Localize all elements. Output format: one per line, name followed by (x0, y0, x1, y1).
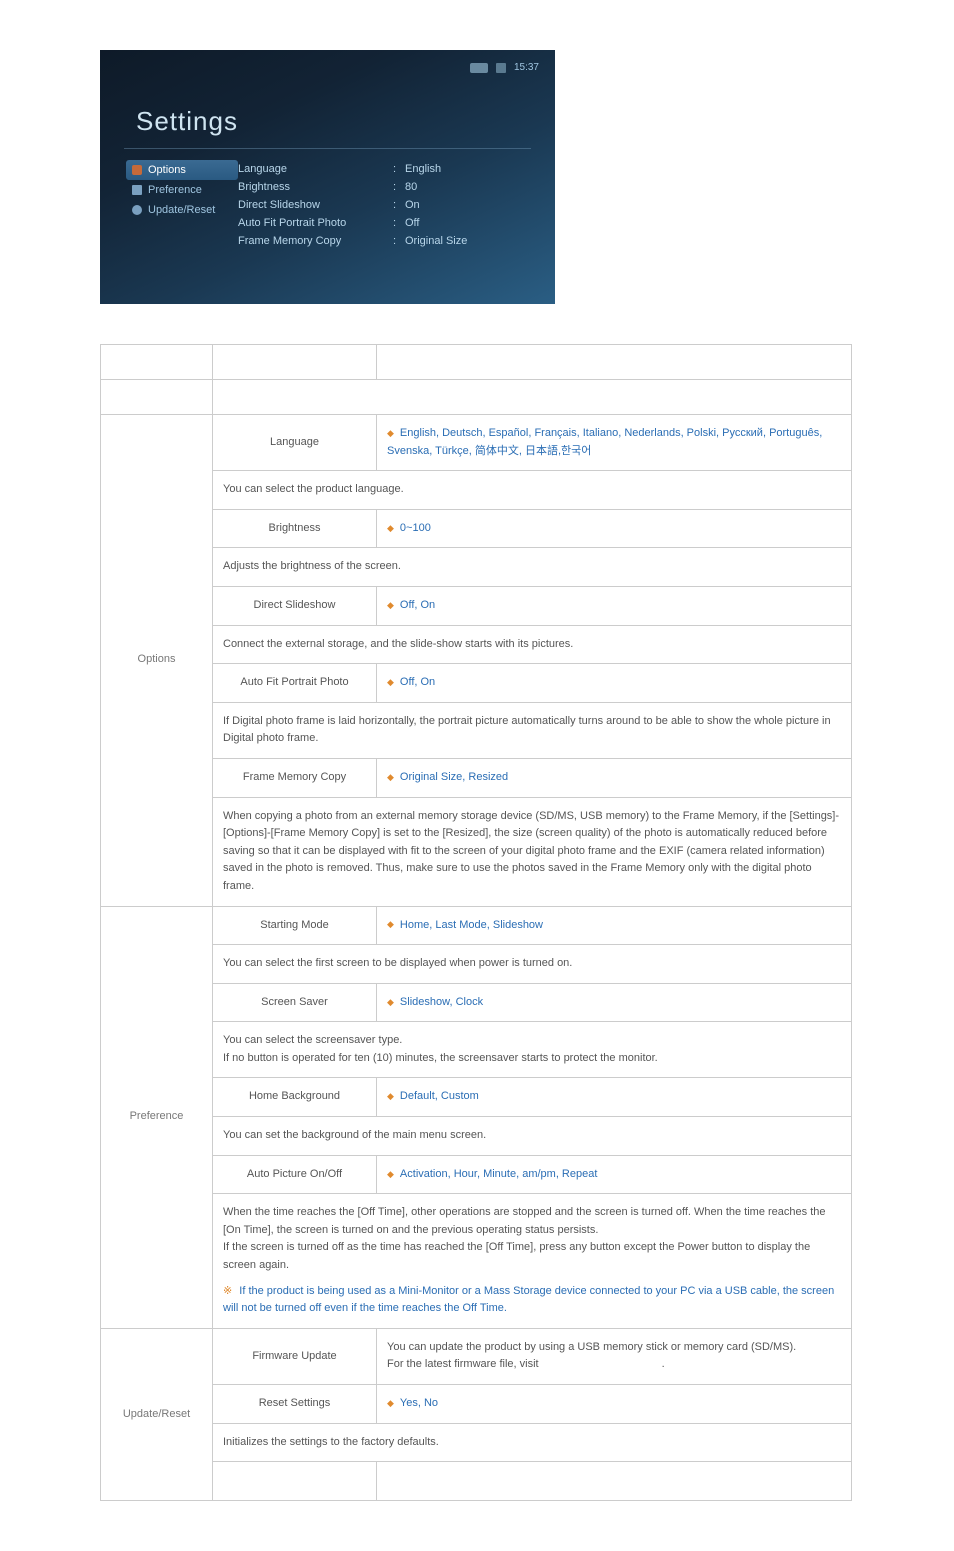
value-screen-saver: ◆ Slideshow, Clock (377, 983, 852, 1022)
diamond-icon: ◆ (387, 675, 394, 689)
device-option-row: Brightness : 80 (238, 178, 529, 196)
text: 0~100 (400, 522, 431, 534)
value-auto-picture: ◆ Activation, Hour, Minute, am/pm, Repeat (377, 1155, 852, 1194)
text: Original Size, Resized (400, 771, 508, 783)
note-mark-icon: ※ (223, 1285, 232, 1297)
text: If no button is operated for ten (10) mi… (223, 1052, 658, 1064)
usb-icon (470, 63, 488, 73)
text: You can select the screensaver type. (223, 1034, 402, 1046)
device-option-row: Direct Slideshow : On (238, 196, 529, 214)
device-option-row: Language : English (238, 160, 529, 178)
option-label: Auto Fit Portrait Photo (238, 217, 393, 229)
diamond-icon: ◆ (387, 598, 394, 612)
param-reset: Reset Settings (213, 1385, 377, 1424)
device-topbar: 15:37 (470, 62, 539, 73)
option-value: English (405, 163, 529, 175)
param-home-bg: Home Background (213, 1078, 377, 1117)
option-value: Original Size (405, 235, 529, 247)
value-reset: ◆ Yes, No (377, 1385, 852, 1424)
param-language: Language (213, 415, 377, 471)
text: Off, On (400, 599, 435, 611)
value-auto-fit: ◆ Off, On (377, 664, 852, 703)
status-icon (496, 63, 506, 73)
text: . (662, 1358, 665, 1370)
desc-starting-mode: You can select the first screen to be di… (213, 945, 852, 984)
diamond-icon: ◆ (387, 521, 394, 535)
calendar-icon (132, 185, 142, 195)
device-options-panel: Language : English Brightness : 80 Direc… (238, 160, 529, 250)
text: You can update the product by using a US… (387, 1341, 796, 1353)
settings-device-screenshot: 15:37 Settings Options Preference Update… (100, 50, 555, 304)
text: When the time reaches the [Off Time], ot… (223, 1206, 826, 1236)
desc-frame-memory: When copying a photo from an external me… (213, 797, 852, 906)
diamond-icon: ◆ (387, 1089, 394, 1103)
value-language: ◆English, Deutsch, Español, Français, It… (377, 415, 852, 471)
option-label: Brightness (238, 181, 393, 193)
param-frame-memory: Frame Memory Copy (213, 758, 377, 797)
desc-direct-slideshow: Connect the external storage, and the sl… (213, 625, 852, 664)
text: Yes, No (400, 1397, 438, 1409)
settings-spec-table: Options Language ◆English, Deutsch, Espa… (100, 344, 852, 1501)
section-options: Options (101, 415, 213, 907)
text: If the screen is turned off as the time … (223, 1241, 810, 1271)
text: Activation, Hour, Minute, am/pm, Repeat (400, 1168, 597, 1180)
param-auto-fit: Auto Fit Portrait Photo (213, 664, 377, 703)
desc-reset: Initializes the settings to the factory … (213, 1423, 852, 1462)
value-home-bg: ◆ Default, Custom (377, 1078, 852, 1117)
device-title: Settings (136, 106, 238, 137)
note-text: If the product is being used as a Mini-M… (223, 1285, 834, 1315)
diamond-icon: ◆ (387, 770, 394, 784)
device-option-row: Frame Memory Copy : Original Size (238, 232, 529, 250)
sidebar-item-label: Options (148, 164, 186, 176)
desc-auto-fit: If Digital photo frame is laid horizonta… (213, 702, 852, 758)
option-label: Direct Slideshow (238, 199, 393, 211)
desc-firmware: You can update the product by using a US… (377, 1328, 852, 1384)
diamond-icon: ◆ (387, 917, 394, 931)
text: Default, Custom (400, 1090, 479, 1102)
desc-home-bg: You can set the background of the main m… (213, 1117, 852, 1156)
desc-auto-picture: When the time reaches the [Off Time], ot… (213, 1194, 852, 1329)
desc-screen-saver: You can select the screensaver type. If … (213, 1022, 852, 1078)
option-value: Off (405, 217, 529, 229)
diamond-icon: ◆ (387, 1167, 394, 1181)
sidebar-item-options[interactable]: Options (126, 160, 238, 180)
text: Slideshow, Clock (400, 996, 483, 1008)
option-label: Frame Memory Copy (238, 235, 393, 247)
section-update-reset: Update/Reset (101, 1328, 213, 1500)
device-option-row: Auto Fit Portrait Photo : Off (238, 214, 529, 232)
device-clock: 15:37 (514, 62, 539, 73)
diamond-icon: ◆ (387, 995, 394, 1009)
text: Home, Last Mode, Slideshow (400, 919, 543, 931)
sidebar-item-preference[interactable]: Preference (126, 180, 238, 200)
param-direct-slideshow: Direct Slideshow (213, 586, 377, 625)
section-preference: Preference (101, 906, 213, 1328)
option-value: 80 (405, 181, 529, 193)
sidebar-item-label: Update/Reset (148, 204, 215, 216)
text: English, Deutsch, Español, Français, Ita… (387, 427, 822, 457)
diamond-icon: ◆ (387, 1396, 394, 1410)
sidebar-item-update-reset[interactable]: Update/Reset (126, 200, 238, 220)
param-starting-mode: Starting Mode (213, 906, 377, 945)
value-frame-memory: ◆ Original Size, Resized (377, 758, 852, 797)
gear-icon (132, 165, 142, 175)
param-auto-picture: Auto Picture On/Off (213, 1155, 377, 1194)
sidebar-item-label: Preference (148, 184, 202, 196)
value-starting-mode: ◆ Home, Last Mode, Slideshow (377, 906, 852, 945)
text: Off, On (400, 676, 435, 688)
text: For the latest firmware file, visit (387, 1358, 539, 1370)
device-sidebar: Options Preference Update/Reset (126, 160, 238, 250)
diamond-icon: ◆ (387, 426, 394, 440)
desc-language: You can select the product language. (213, 471, 852, 510)
param-firmware: Firmware Update (213, 1328, 377, 1384)
option-label: Language (238, 163, 393, 175)
value-brightness: ◆ 0~100 (377, 509, 852, 548)
param-screen-saver: Screen Saver (213, 983, 377, 1022)
param-brightness: Brightness (213, 509, 377, 548)
desc-brightness: Adjusts the brightness of the screen. (213, 548, 852, 587)
refresh-icon (132, 205, 142, 215)
divider (124, 148, 531, 149)
value-direct-slideshow: ◆ Off, On (377, 586, 852, 625)
option-value: On (405, 199, 529, 211)
